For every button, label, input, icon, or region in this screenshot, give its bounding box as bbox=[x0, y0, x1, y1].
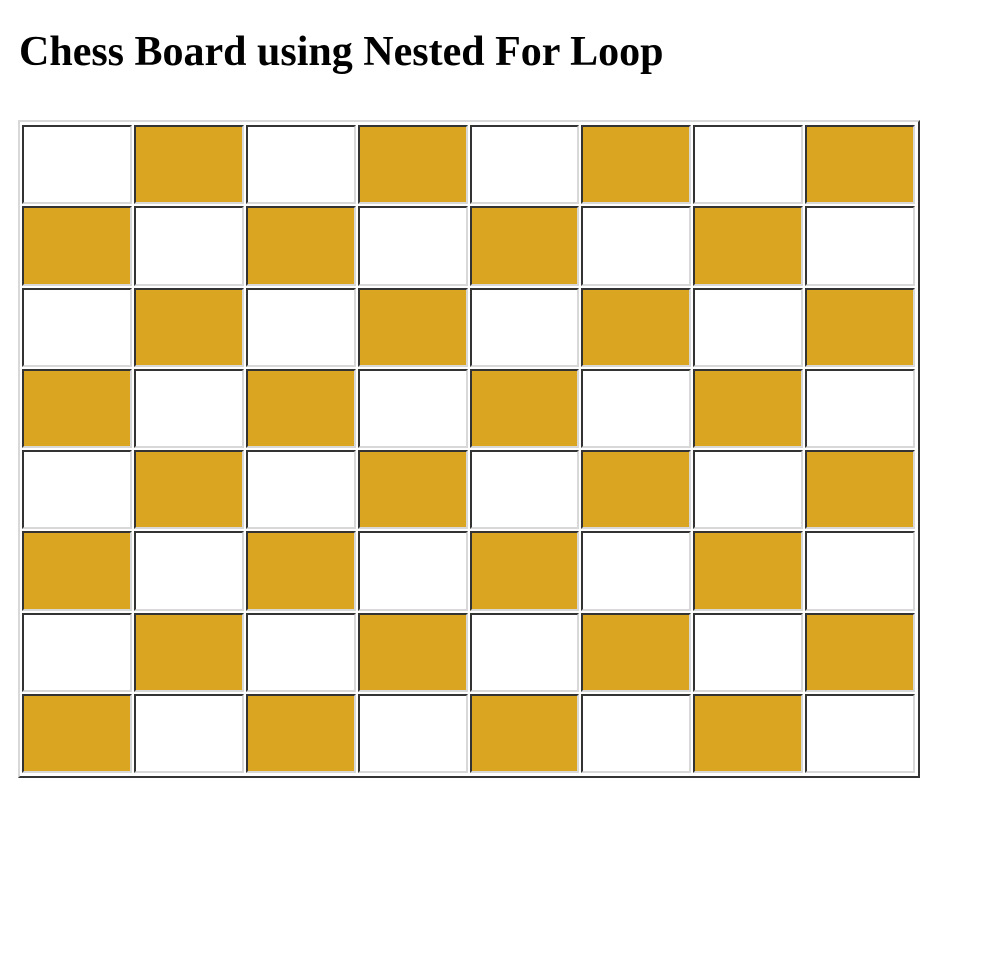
light-square[interactable] bbox=[469, 450, 580, 530]
light-square[interactable] bbox=[469, 287, 580, 367]
dark-square[interactable] bbox=[357, 287, 468, 367]
light-square[interactable] bbox=[581, 368, 692, 448]
light-square[interactable] bbox=[133, 206, 244, 286]
light-square[interactable] bbox=[805, 531, 915, 611]
dark-square[interactable] bbox=[245, 531, 356, 611]
light-square[interactable] bbox=[133, 693, 244, 773]
dark-square[interactable] bbox=[22, 206, 132, 286]
dark-square[interactable] bbox=[133, 287, 244, 367]
light-square[interactable] bbox=[693, 450, 804, 530]
dark-square[interactable] bbox=[22, 693, 132, 773]
dark-square[interactable] bbox=[693, 368, 804, 448]
light-square[interactable] bbox=[22, 287, 132, 367]
light-square[interactable] bbox=[469, 612, 580, 692]
dark-square[interactable] bbox=[805, 612, 915, 692]
dark-square[interactable] bbox=[357, 450, 468, 530]
light-square[interactable] bbox=[805, 693, 915, 773]
light-square[interactable] bbox=[581, 531, 692, 611]
dark-square[interactable] bbox=[693, 531, 804, 611]
light-square[interactable] bbox=[245, 125, 356, 205]
light-square[interactable] bbox=[133, 531, 244, 611]
chess-board bbox=[18, 120, 920, 778]
dark-square[interactable] bbox=[245, 693, 356, 773]
dark-square[interactable] bbox=[22, 368, 132, 448]
light-square[interactable] bbox=[245, 612, 356, 692]
light-square[interactable] bbox=[357, 693, 468, 773]
dark-square[interactable] bbox=[805, 125, 915, 205]
light-square[interactable] bbox=[357, 368, 468, 448]
chess-board-grid bbox=[22, 125, 915, 773]
dark-square[interactable] bbox=[469, 531, 580, 611]
dark-square[interactable] bbox=[469, 693, 580, 773]
dark-square[interactable] bbox=[133, 125, 244, 205]
dark-square[interactable] bbox=[357, 125, 468, 205]
dark-square[interactable] bbox=[469, 368, 580, 448]
light-square[interactable] bbox=[357, 531, 468, 611]
light-square[interactable] bbox=[805, 368, 915, 448]
dark-square[interactable] bbox=[581, 450, 692, 530]
light-square[interactable] bbox=[693, 287, 804, 367]
light-square[interactable] bbox=[805, 206, 915, 286]
dark-square[interactable] bbox=[245, 206, 356, 286]
dark-square[interactable] bbox=[581, 287, 692, 367]
light-square[interactable] bbox=[22, 450, 132, 530]
light-square[interactable] bbox=[22, 125, 132, 205]
dark-square[interactable] bbox=[245, 368, 356, 448]
dark-square[interactable] bbox=[133, 450, 244, 530]
dark-square[interactable] bbox=[693, 206, 804, 286]
light-square[interactable] bbox=[245, 450, 356, 530]
light-square[interactable] bbox=[133, 368, 244, 448]
dark-square[interactable] bbox=[805, 450, 915, 530]
light-square[interactable] bbox=[581, 693, 692, 773]
light-square[interactable] bbox=[581, 206, 692, 286]
light-square[interactable] bbox=[693, 125, 804, 205]
dark-square[interactable] bbox=[693, 693, 804, 773]
dark-square[interactable] bbox=[133, 612, 244, 692]
page-title: Chess Board using Nested For Loop bbox=[19, 29, 664, 75]
dark-square[interactable] bbox=[469, 206, 580, 286]
light-square[interactable] bbox=[245, 287, 356, 367]
dark-square[interactable] bbox=[581, 612, 692, 692]
dark-square[interactable] bbox=[581, 125, 692, 205]
dark-square[interactable] bbox=[357, 612, 468, 692]
dark-square[interactable] bbox=[805, 287, 915, 367]
light-square[interactable] bbox=[469, 125, 580, 205]
light-square[interactable] bbox=[693, 612, 804, 692]
light-square[interactable] bbox=[357, 206, 468, 286]
light-square[interactable] bbox=[22, 612, 132, 692]
dark-square[interactable] bbox=[22, 531, 132, 611]
